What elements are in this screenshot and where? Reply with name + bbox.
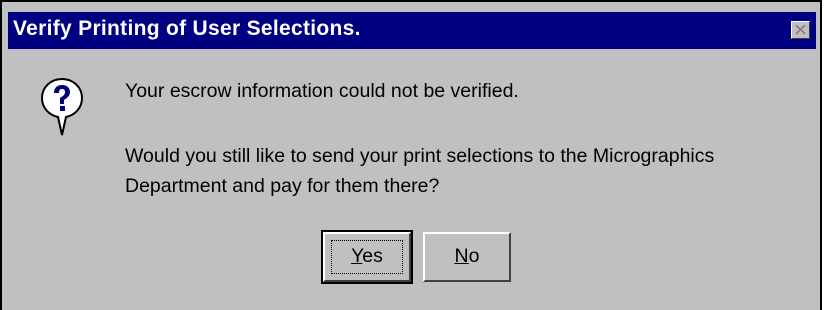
dialog-window: Verify Printing of User Selections. Your… (0, 0, 822, 310)
message-line-2: Would you still like to send your print … (125, 145, 715, 167)
no-button[interactable]: No (423, 232, 511, 282)
close-icon (795, 25, 806, 35)
close-button[interactable] (791, 21, 810, 39)
title-bar[interactable]: Verify Printing of User Selections. (8, 12, 816, 49)
question-icon (40, 77, 84, 139)
dialog-title: Verify Printing of User Selections. (13, 17, 361, 40)
message-line-1: Your escrow information could not be ver… (125, 80, 519, 102)
message-question: Would you still like to send your print … (125, 141, 714, 201)
yes-button[interactable]: Yes (321, 230, 413, 284)
message-line-3: Department and pay for them there? (125, 175, 440, 197)
no-button-label: No (454, 245, 480, 267)
yes-button-label: Yes (351, 245, 383, 267)
